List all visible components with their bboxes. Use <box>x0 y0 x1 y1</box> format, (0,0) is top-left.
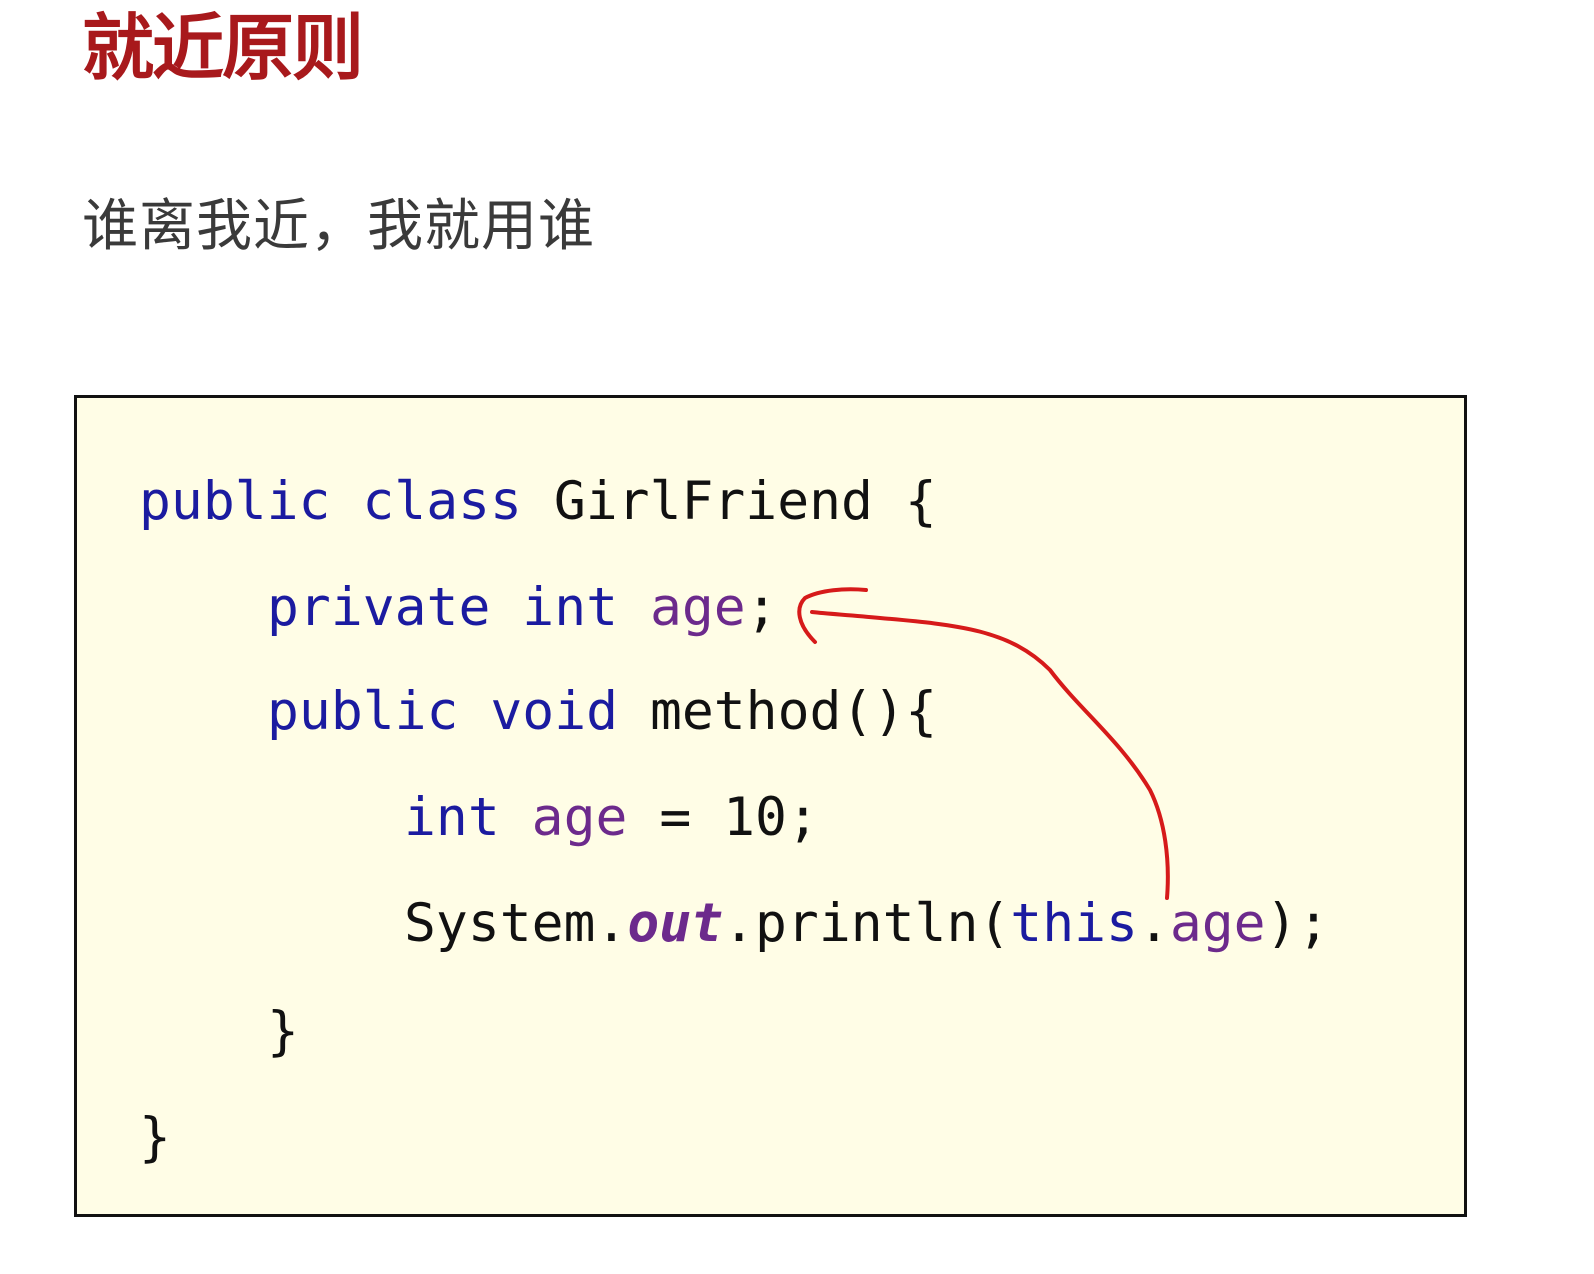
code-line-println: System.out.println(this.age); <box>404 892 1329 956</box>
keyword-this: this <box>1010 893 1138 954</box>
code-line-local-variable: int age = 10; <box>404 786 819 850</box>
code-line-method-declaration: public void method(){ <box>267 680 937 744</box>
this-age-reference: age <box>1169 893 1266 954</box>
local-variable-age: age <box>531 787 628 848</box>
open-brace: { <box>904 471 937 532</box>
keyword-int: int <box>404 787 500 848</box>
code-block: public class GirlFriend { private int ag… <box>74 395 1467 1217</box>
keyword-class: class <box>362 471 522 532</box>
code-line-member-field: private int age; <box>267 576 778 640</box>
member-variable-age: age <box>649 577 746 638</box>
dot: . <box>1137 893 1170 954</box>
code-line-method-close: } <box>267 1000 299 1064</box>
keyword-public: public <box>267 681 459 742</box>
close-brace: } <box>139 1107 171 1168</box>
method-name: method(){ <box>649 681 938 742</box>
assignment: = 10; <box>659 787 819 848</box>
keyword-void: void <box>490 681 619 742</box>
keyword-private: private <box>267 577 491 638</box>
code-line-class-close: } <box>139 1106 171 1170</box>
keyword-int: int <box>522 577 619 638</box>
close-brace: } <box>267 1001 299 1062</box>
static-field-out: out <box>627 893 724 954</box>
semicolon: ; <box>745 577 778 638</box>
system-object: System. <box>404 893 628 954</box>
close-paren: ); <box>1265 893 1330 954</box>
class-name: GirlFriend <box>553 471 873 532</box>
page-subtitle: 谁离我近，我就用谁 <box>82 194 595 259</box>
page-title: 就近原则 <box>82 6 364 90</box>
println-call: .println( <box>723 893 1011 954</box>
keyword-public: public <box>139 471 331 532</box>
code-line-class-declaration: public class GirlFriend { <box>139 470 937 534</box>
